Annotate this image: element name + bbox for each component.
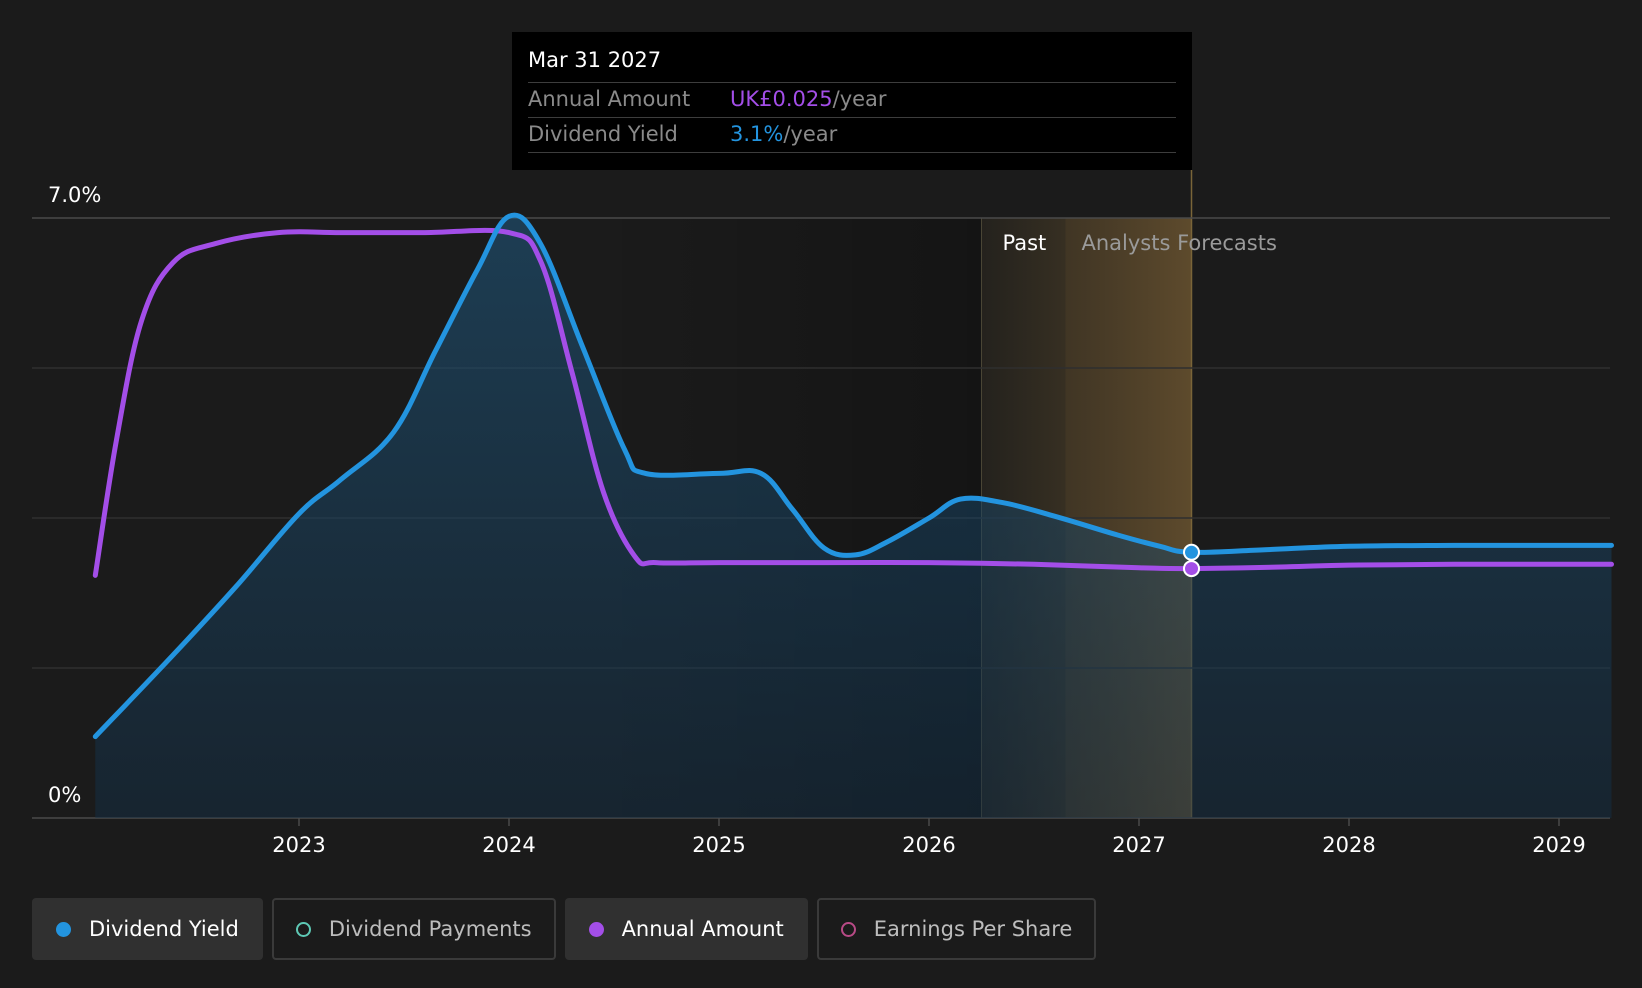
tooltip-value: UK£0.025 bbox=[730, 87, 833, 111]
x-tick-label: 2028 bbox=[1322, 833, 1375, 857]
legend-earnings-per-share-button[interactable]: Earnings Per Share bbox=[816, 898, 1097, 960]
hollow-dot-icon bbox=[295, 921, 311, 937]
legend-dividend-yield-button[interactable]: Dividend Yield bbox=[32, 898, 263, 960]
filled-dot-icon bbox=[56, 921, 71, 937]
legend-label: Dividend Payments bbox=[328, 917, 532, 941]
tooltip-value: 3.1% bbox=[730, 122, 784, 146]
tooltip-label: Annual Amount bbox=[528, 87, 691, 111]
x-tick-label: 2029 bbox=[1532, 833, 1585, 857]
tooltip-label: Dividend Yield bbox=[528, 122, 678, 146]
legend-annual-amount-button[interactable]: Annual Amount bbox=[564, 898, 808, 960]
filled-dot-icon bbox=[588, 921, 604, 937]
x-tick-label: 2023 bbox=[272, 833, 325, 857]
tooltip-unit: /year bbox=[832, 87, 887, 111]
hover-tooltip: Mar 31 2027 Annual Amount UK£0.025 /year… bbox=[512, 32, 1192, 170]
legend-label: Dividend Yield bbox=[89, 917, 239, 941]
tooltip-date: Mar 31 2027 bbox=[528, 46, 1176, 83]
x-tick-label: 2026 bbox=[902, 833, 955, 857]
x-tick-label: 2025 bbox=[692, 833, 745, 857]
dividend-yield-marker bbox=[1183, 543, 1200, 561]
tooltip-row-annual-amount: Annual Amount UK£0.025 /year bbox=[528, 83, 1176, 118]
x-tick-label: 2027 bbox=[1112, 833, 1165, 857]
legend-label: Annual Amount bbox=[621, 917, 784, 941]
tooltip-unit: /year bbox=[783, 122, 838, 146]
past-label: Past bbox=[1003, 231, 1047, 255]
tooltip-row-dividend-yield: Dividend Yield 3.1% /year bbox=[528, 118, 1176, 153]
chart-legend: Dividend Yield Dividend Payments Annual … bbox=[32, 898, 1097, 960]
hollow-dot-icon bbox=[840, 921, 856, 937]
legend-dividend-payments-button[interactable]: Dividend Payments bbox=[271, 898, 556, 960]
x-tick-label: 2024 bbox=[482, 833, 535, 857]
y-axis-bottom-label: 0% bbox=[48, 783, 81, 807]
annual-amount-marker bbox=[1183, 560, 1200, 578]
y-axis-top-label: 7.0% bbox=[48, 183, 101, 207]
legend-label: Earnings Per Share bbox=[873, 917, 1073, 941]
forecast-label: Analysts Forecasts bbox=[1082, 231, 1277, 255]
